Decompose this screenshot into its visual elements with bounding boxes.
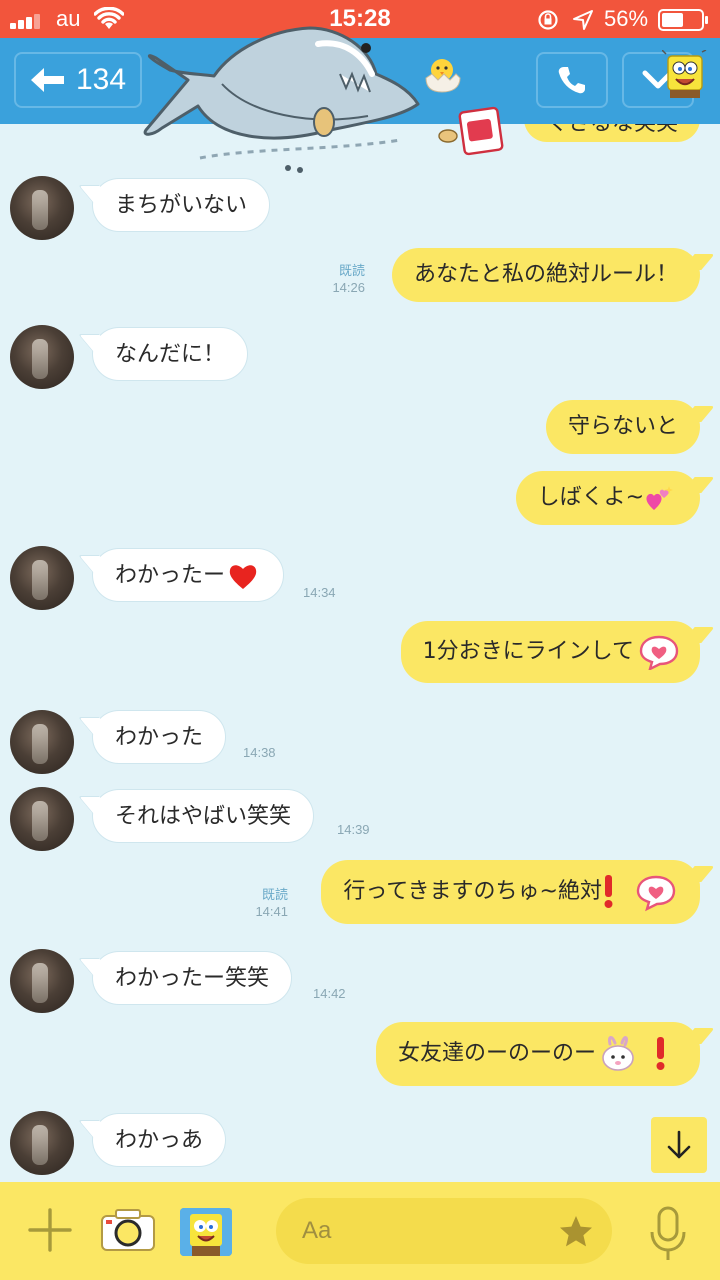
message-text: 女友達のーのーのー xyxy=(397,1041,596,1066)
message-time: 14:38 xyxy=(243,745,276,760)
avatar[interactable] xyxy=(10,176,74,240)
message-bubble[interactable]: わかったー xyxy=(92,548,285,602)
read-receipt: 既読 xyxy=(338,263,365,278)
message-time: 14:26 xyxy=(332,280,365,295)
location-arrow-icon xyxy=(573,10,593,30)
avatar[interactable] xyxy=(10,1111,74,1175)
message-row: 既読 14:26 あなたと私の絶対ルール！ xyxy=(0,248,720,308)
message-row: 守らないと xyxy=(0,400,720,456)
message-bubble[interactable]: わかったー笑笑 xyxy=(92,951,293,1005)
message-row: わかったー 14:34 xyxy=(0,546,720,616)
message-bubble[interactable]: 1分おきにラインして xyxy=(400,621,700,683)
message-bubble[interactable]: あなたと私の絶対ルール！ xyxy=(391,248,700,302)
message-text: 行ってきますのちゅ~絶対 xyxy=(343,879,602,904)
plus-icon[interactable] xyxy=(28,1208,72,1252)
back-button[interactable]: 134 xyxy=(14,52,142,108)
message-time: 14:39 xyxy=(337,822,370,837)
sparkling-hearts-icon xyxy=(646,486,673,510)
arrow-down-icon xyxy=(667,1130,691,1159)
shark-sticker xyxy=(143,26,420,173)
heart-speech-bubble-icon xyxy=(639,635,679,670)
message-bubble[interactable]: わかった xyxy=(92,710,227,764)
message-row: 既読 14:41 行ってきますのちゅ~絶対 xyxy=(0,860,720,926)
message-row: わかっあ xyxy=(0,1111,720,1181)
chick-sticker xyxy=(425,59,461,93)
message-meta: 既読 14:26 xyxy=(332,262,365,296)
exclamation-heart-bubble-icon xyxy=(604,875,676,912)
scroll-to-bottom-button[interactable] xyxy=(651,1117,707,1173)
star-icon[interactable] xyxy=(558,1214,594,1250)
chat-area[interactable]: くさるな笑笑 まちがいない 既読 14:26 あなたと私の絶対ルール！ なんだに… xyxy=(0,124,720,1182)
sponge-sticker-thumbnail-icon xyxy=(180,1208,232,1256)
message-bubble[interactable]: なんだに！ xyxy=(92,327,249,381)
message-text: わかったー xyxy=(115,563,226,588)
avatar[interactable] xyxy=(10,787,74,851)
message-time: 14:41 xyxy=(255,904,288,919)
message-row: 1分おきにラインして xyxy=(0,621,720,685)
message-row: まちがいない xyxy=(0,176,720,246)
message-row: しばくよ~ xyxy=(0,471,720,527)
sticker-icon[interactable] xyxy=(180,1208,232,1256)
red-heart-icon xyxy=(229,565,257,589)
message-bubble[interactable]: くさるな笑笑 xyxy=(523,124,700,142)
message-text: 1分おきにラインして xyxy=(422,639,634,664)
message-row: わかったー笑笑 14:42 xyxy=(0,949,720,1019)
message-row: それはやばい笑笑 14:39 xyxy=(0,787,720,857)
call-button[interactable] xyxy=(536,52,608,108)
message-meta: 既読 14:41 xyxy=(255,886,288,920)
avatar[interactable] xyxy=(10,710,74,774)
message-bubble[interactable]: わかっあ xyxy=(92,1113,227,1167)
message-row: 女友達のーのーのー xyxy=(0,1022,720,1088)
microphone-icon[interactable] xyxy=(648,1206,688,1262)
sponge-character-sticker xyxy=(662,50,707,98)
bunny-exclamation-icon xyxy=(602,1036,665,1071)
message-row: なんだに！ xyxy=(0,325,720,395)
snack-sticker xyxy=(438,106,504,156)
message-bubble[interactable]: 守らないと xyxy=(545,400,700,454)
message-time: 14:42 xyxy=(313,986,346,1001)
message-time: 14:34 xyxy=(303,585,336,600)
unread-count: 134 xyxy=(76,63,127,96)
rotation-lock-icon xyxy=(538,10,558,30)
message-text: しばくよ~ xyxy=(537,485,644,510)
avatar[interactable] xyxy=(10,325,74,389)
message-bubble[interactable]: 行ってきますのちゅ~絶対 xyxy=(321,860,700,924)
avatar[interactable] xyxy=(10,546,74,610)
battery-icon xyxy=(658,9,708,31)
message-bubble[interactable]: 女友達のーのーのー xyxy=(375,1022,700,1086)
message-bubble[interactable]: まちがいない xyxy=(92,178,271,232)
message-row: わかった 14:38 xyxy=(0,708,720,778)
battery-percent: 56% xyxy=(604,6,649,31)
message-bubble[interactable]: それはやばい笑笑 xyxy=(92,789,315,843)
avatar[interactable] xyxy=(10,949,74,1013)
camera-icon[interactable] xyxy=(100,1208,156,1252)
read-receipt: 既読 xyxy=(261,887,288,902)
back-arrow-icon xyxy=(31,68,64,92)
input-bar xyxy=(0,1182,720,1280)
message-bubble[interactable]: しばくよ~ xyxy=(515,471,700,525)
phone-icon xyxy=(558,67,585,94)
